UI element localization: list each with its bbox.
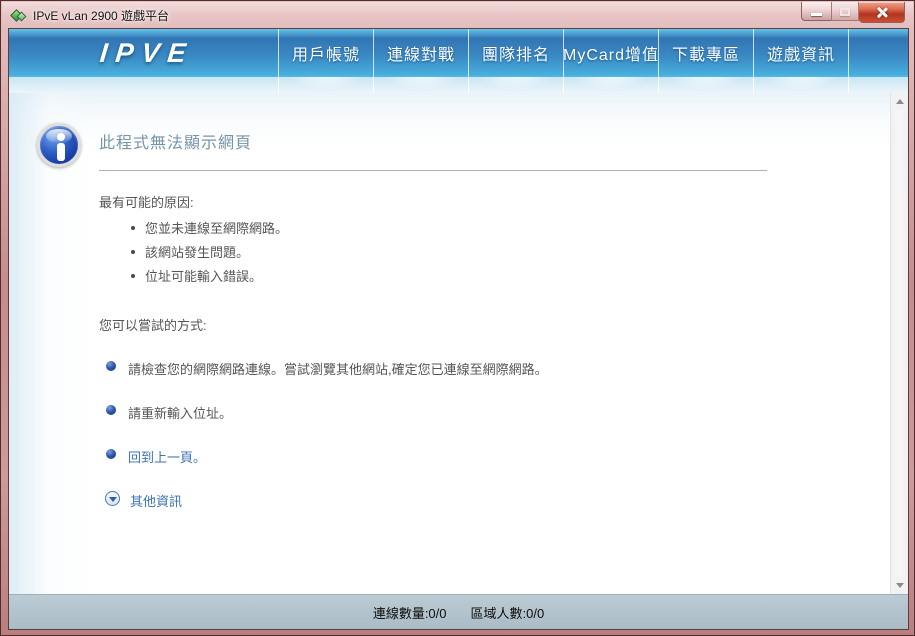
nav-item-label: MyCard增值: [563, 47, 660, 64]
bullet-dot-icon: [131, 225, 135, 230]
suggestion-row: 回到上一頁。: [99, 447, 890, 466]
suggestion-row: 請檢查您的網際網路連線。嘗試瀏覽其他網站,確定您已連線至網際網路。: [99, 359, 890, 378]
close-icon: [875, 6, 888, 19]
connection-count: 連線數量:0/0: [372, 605, 447, 621]
info-icon: [37, 123, 81, 167]
minimize-button[interactable]: [801, 2, 831, 21]
logo-zone: IPVE: [9, 29, 278, 77]
list-item: 該網站發生問題。: [99, 242, 890, 261]
minimize-icon: [811, 12, 822, 16]
more-information-link[interactable]: 其他資訊: [130, 491, 182, 510]
back-to-previous-page-link[interactable]: 回到上一頁。: [128, 447, 206, 466]
causes-heading: 最有可能的原因:: [99, 195, 194, 210]
error-page: 此程式無法顯示網頁 最有可能的原因: 您並未連線至網際網路。 該網站發生問題。: [9, 93, 890, 510]
browser-viewport: 此程式無法顯示網頁 最有可能的原因: 您並未連線至網際網路。 該網站發生問題。: [9, 93, 908, 594]
nav-glow-cell: [753, 77, 848, 93]
suggestion-row: 其他資訊: [99, 491, 890, 510]
close-button[interactable]: [859, 2, 905, 23]
cause-text: 您並未連線至網際網路。: [145, 221, 289, 236]
nav-strip-spacer: [9, 77, 278, 93]
nav-item-online-battle[interactable]: 連線對戰: [373, 29, 468, 77]
nav-item-game-info[interactable]: 遊戲資訊: [753, 29, 848, 77]
nav-strip: [9, 77, 908, 93]
title-bar[interactable]: IPvE vLan 2900 遊戲平台: [2, 2, 913, 29]
nav-item-label: 遊戲資訊: [766, 47, 835, 64]
app-icon[interactable]: [10, 8, 27, 23]
nav-glow-cell: [278, 77, 373, 93]
nav-item-label: 用戶帳號: [291, 47, 360, 64]
chevron-down-circle-icon[interactable]: [105, 491, 120, 506]
list-item: 您並未連線至網際網路。: [99, 218, 890, 237]
nav-item-label: 連線對戰: [386, 47, 455, 64]
blue-bullet-icon: [106, 449, 116, 459]
triangle-down-icon: [895, 583, 904, 588]
bullet-dot-icon: [131, 273, 135, 278]
list-item: 位址可能輸入錯誤。: [99, 266, 890, 285]
cause-text: 該網站發生問題。: [145, 245, 250, 260]
nav-glow-cell: [373, 77, 468, 93]
error-icon-column: [37, 123, 81, 510]
bullet-dot-icon: [131, 249, 135, 254]
nav-menu: 用戶帳號 連線對戰 團隊排名 MyCard增值 下載專區 遊戲資訊: [278, 29, 849, 77]
blue-bullet-icon: [106, 361, 116, 371]
nav-item-label: 下載專區: [671, 47, 740, 64]
nav-glow-cell: [468, 77, 563, 93]
nav-strip-cells: [278, 77, 849, 93]
nav-item-user-account[interactable]: 用戶帳號: [278, 29, 373, 77]
window-controls: [801, 2, 905, 23]
maximize-button: [831, 2, 859, 21]
nav-item-label: 團隊排名: [481, 47, 550, 64]
causes-list: 您並未連線至網際網路。 該網站發生問題。 位址可能輸入錯誤。: [99, 218, 890, 285]
scroll-down-button[interactable]: [891, 577, 908, 594]
area-player-count: 區域人數:0/0: [470, 605, 545, 621]
status-bar: 連線數量:0/0 區域人數:0/0: [9, 594, 908, 629]
error-heading: 此程式無法顯示網頁: [99, 135, 253, 152]
suggestion-text: 請重新輸入位址。: [128, 406, 233, 421]
ipve-logo: IPVE: [98, 37, 195, 68]
try-heading: 您可以嘗試的方式:: [99, 318, 207, 333]
nav-bar: IPVE 用戶帳號 連線對戰 團隊排名 MyCard增值 下載專區 遊戲資訊: [9, 29, 908, 77]
suggestion-row: 請重新輸入位址。: [99, 403, 890, 422]
nav-item-download-zone[interactable]: 下載專區: [658, 29, 753, 77]
nav-glow-cell: [563, 77, 658, 93]
app-window: IPvE vLan 2900 遊戲平台 IPVE 用戶帳號 連線對戰 團隊排名 …: [0, 0, 915, 636]
cause-text: 位址可能輸入錯誤。: [145, 269, 263, 284]
maximize-icon: [840, 8, 850, 16]
nav-glow-cell: [658, 77, 753, 93]
info-icon-dot: [57, 133, 65, 141]
info-icon-bar: [57, 143, 65, 161]
vertical-scrollbar[interactable]: [890, 93, 908, 594]
nav-item-team-ranking[interactable]: 團隊排名: [468, 29, 563, 77]
nav-item-mycard-topup[interactable]: MyCard增值: [563, 29, 658, 77]
error-main-column: 此程式無法顯示網頁 最有可能的原因: 您並未連線至網際網路。 該網站發生問題。: [99, 123, 890, 510]
divider: [99, 170, 767, 171]
scrollbar-track[interactable]: [891, 110, 908, 577]
window-content: IPVE 用戶帳號 連線對戰 團隊排名 MyCard增值 下載專區 遊戲資訊 此…: [9, 29, 908, 629]
suggestion-text: 請檢查您的網際網路連線。嘗試瀏覽其他網站,確定您已連線至網際網路。: [128, 362, 548, 377]
blue-bullet-icon: [106, 405, 116, 415]
scroll-up-button[interactable]: [891, 93, 908, 110]
window-title: IPvE vLan 2900 遊戲平台: [33, 9, 170, 23]
triangle-up-icon: [895, 99, 904, 104]
